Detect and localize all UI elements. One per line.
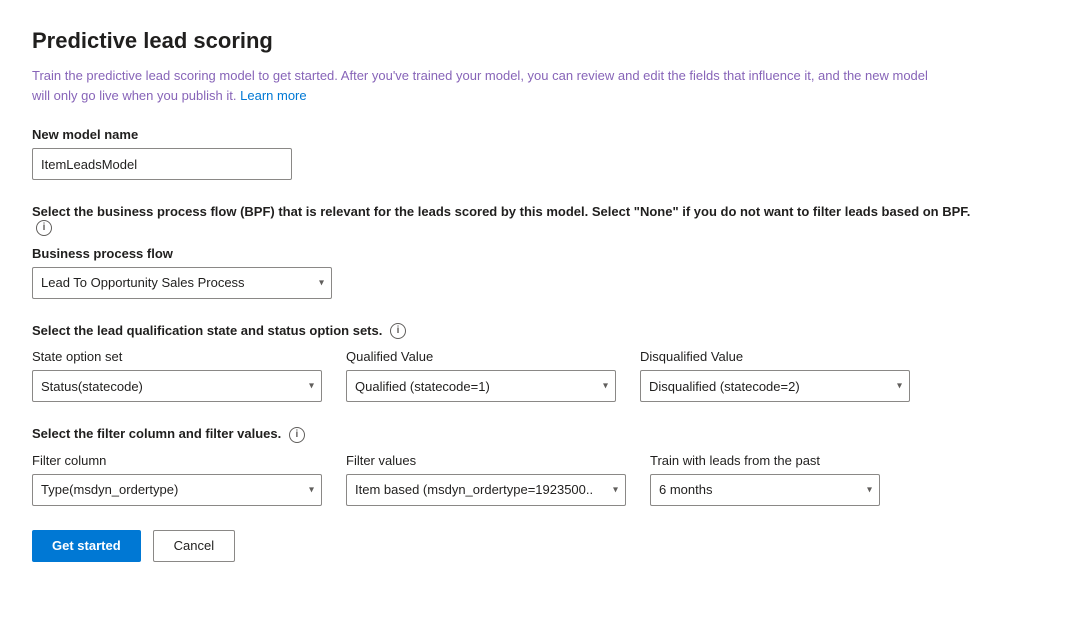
bpf-label: Business process flow <box>32 246 1045 261</box>
filter-values-select-wrapper: Item based (msdyn_ordertype=1923500... ▾ <box>346 474 626 506</box>
filter-section: Select the filter column and filter valu… <box>32 426 1045 506</box>
disqualified-label: Disqualified Value <box>640 349 910 364</box>
qualification-section: Select the lead qualification state and … <box>32 323 1045 403</box>
qualified-label: Qualified Value <box>346 349 616 364</box>
filter-column-label: Filter column <box>32 453 322 468</box>
bpf-select-wrapper: None Lead To Opportunity Sales Process ▾ <box>32 267 332 299</box>
bpf-section: Select the business process flow (BPF) t… <box>32 204 1045 299</box>
disqualified-select-wrapper: Disqualified (statecode=2) ▾ <box>640 370 910 402</box>
train-past-select-wrapper: 6 months 3 months 12 months 24 months ▾ <box>650 474 880 506</box>
filter-column-select-wrapper: Type(msdyn_ordertype) ▾ <box>32 474 322 506</box>
filter-row: Filter column Type(msdyn_ordertype) ▾ Fi… <box>32 453 1045 506</box>
model-name-label: New model name <box>32 127 1045 142</box>
page-container: Predictive lead scoring Train the predic… <box>0 0 1077 622</box>
intro-text: Train the predictive lead scoring model … <box>32 66 932 105</box>
cancel-button[interactable]: Cancel <box>153 530 235 562</box>
bpf-select[interactable]: None Lead To Opportunity Sales Process <box>32 267 332 299</box>
train-past-select[interactable]: 6 months 3 months 12 months 24 months <box>650 474 880 506</box>
state-select[interactable]: Status(statecode) <box>32 370 322 402</box>
filter-description: Select the filter column and filter valu… <box>32 426 1045 443</box>
qualification-description: Select the lead qualification state and … <box>32 323 1045 340</box>
learn-more-link[interactable]: Learn more <box>240 88 306 103</box>
model-name-input[interactable] <box>32 148 292 180</box>
filter-values-label: Filter values <box>346 453 626 468</box>
bpf-description: Select the business process flow (BPF) t… <box>32 204 992 236</box>
filter-values-col: Filter values Item based (msdyn_ordertyp… <box>346 453 626 506</box>
state-col: State option set Status(statecode) ▾ <box>32 349 322 402</box>
qualification-info-icon[interactable]: i <box>390 323 406 339</box>
model-name-section: New model name <box>32 127 1045 180</box>
disqualified-col: Disqualified Value Disqualified (stateco… <box>640 349 910 402</box>
state-label: State option set <box>32 349 322 364</box>
state-select-wrapper: Status(statecode) ▾ <box>32 370 322 402</box>
train-past-label: Train with leads from the past <box>650 453 880 468</box>
page-title: Predictive lead scoring <box>32 28 1045 54</box>
filter-column-col: Filter column Type(msdyn_ordertype) ▾ <box>32 453 322 506</box>
intro-body: Train the predictive lead scoring model … <box>32 68 928 103</box>
qualified-select-wrapper: Qualified (statecode=1) ▾ <box>346 370 616 402</box>
filter-values-select[interactable]: Item based (msdyn_ordertype=1923500... <box>346 474 626 506</box>
train-past-col: Train with leads from the past 6 months … <box>650 453 880 506</box>
filter-info-icon[interactable]: i <box>289 427 305 443</box>
qualification-row: State option set Status(statecode) ▾ Qua… <box>32 349 1045 402</box>
disqualified-select[interactable]: Disqualified (statecode=2) <box>640 370 910 402</box>
get-started-button[interactable]: Get started <box>32 530 141 562</box>
bpf-info-icon[interactable]: i <box>36 220 52 236</box>
qualified-col: Qualified Value Qualified (statecode=1) … <box>346 349 616 402</box>
filter-column-select[interactable]: Type(msdyn_ordertype) <box>32 474 322 506</box>
button-row: Get started Cancel <box>32 530 1045 562</box>
qualified-select[interactable]: Qualified (statecode=1) <box>346 370 616 402</box>
